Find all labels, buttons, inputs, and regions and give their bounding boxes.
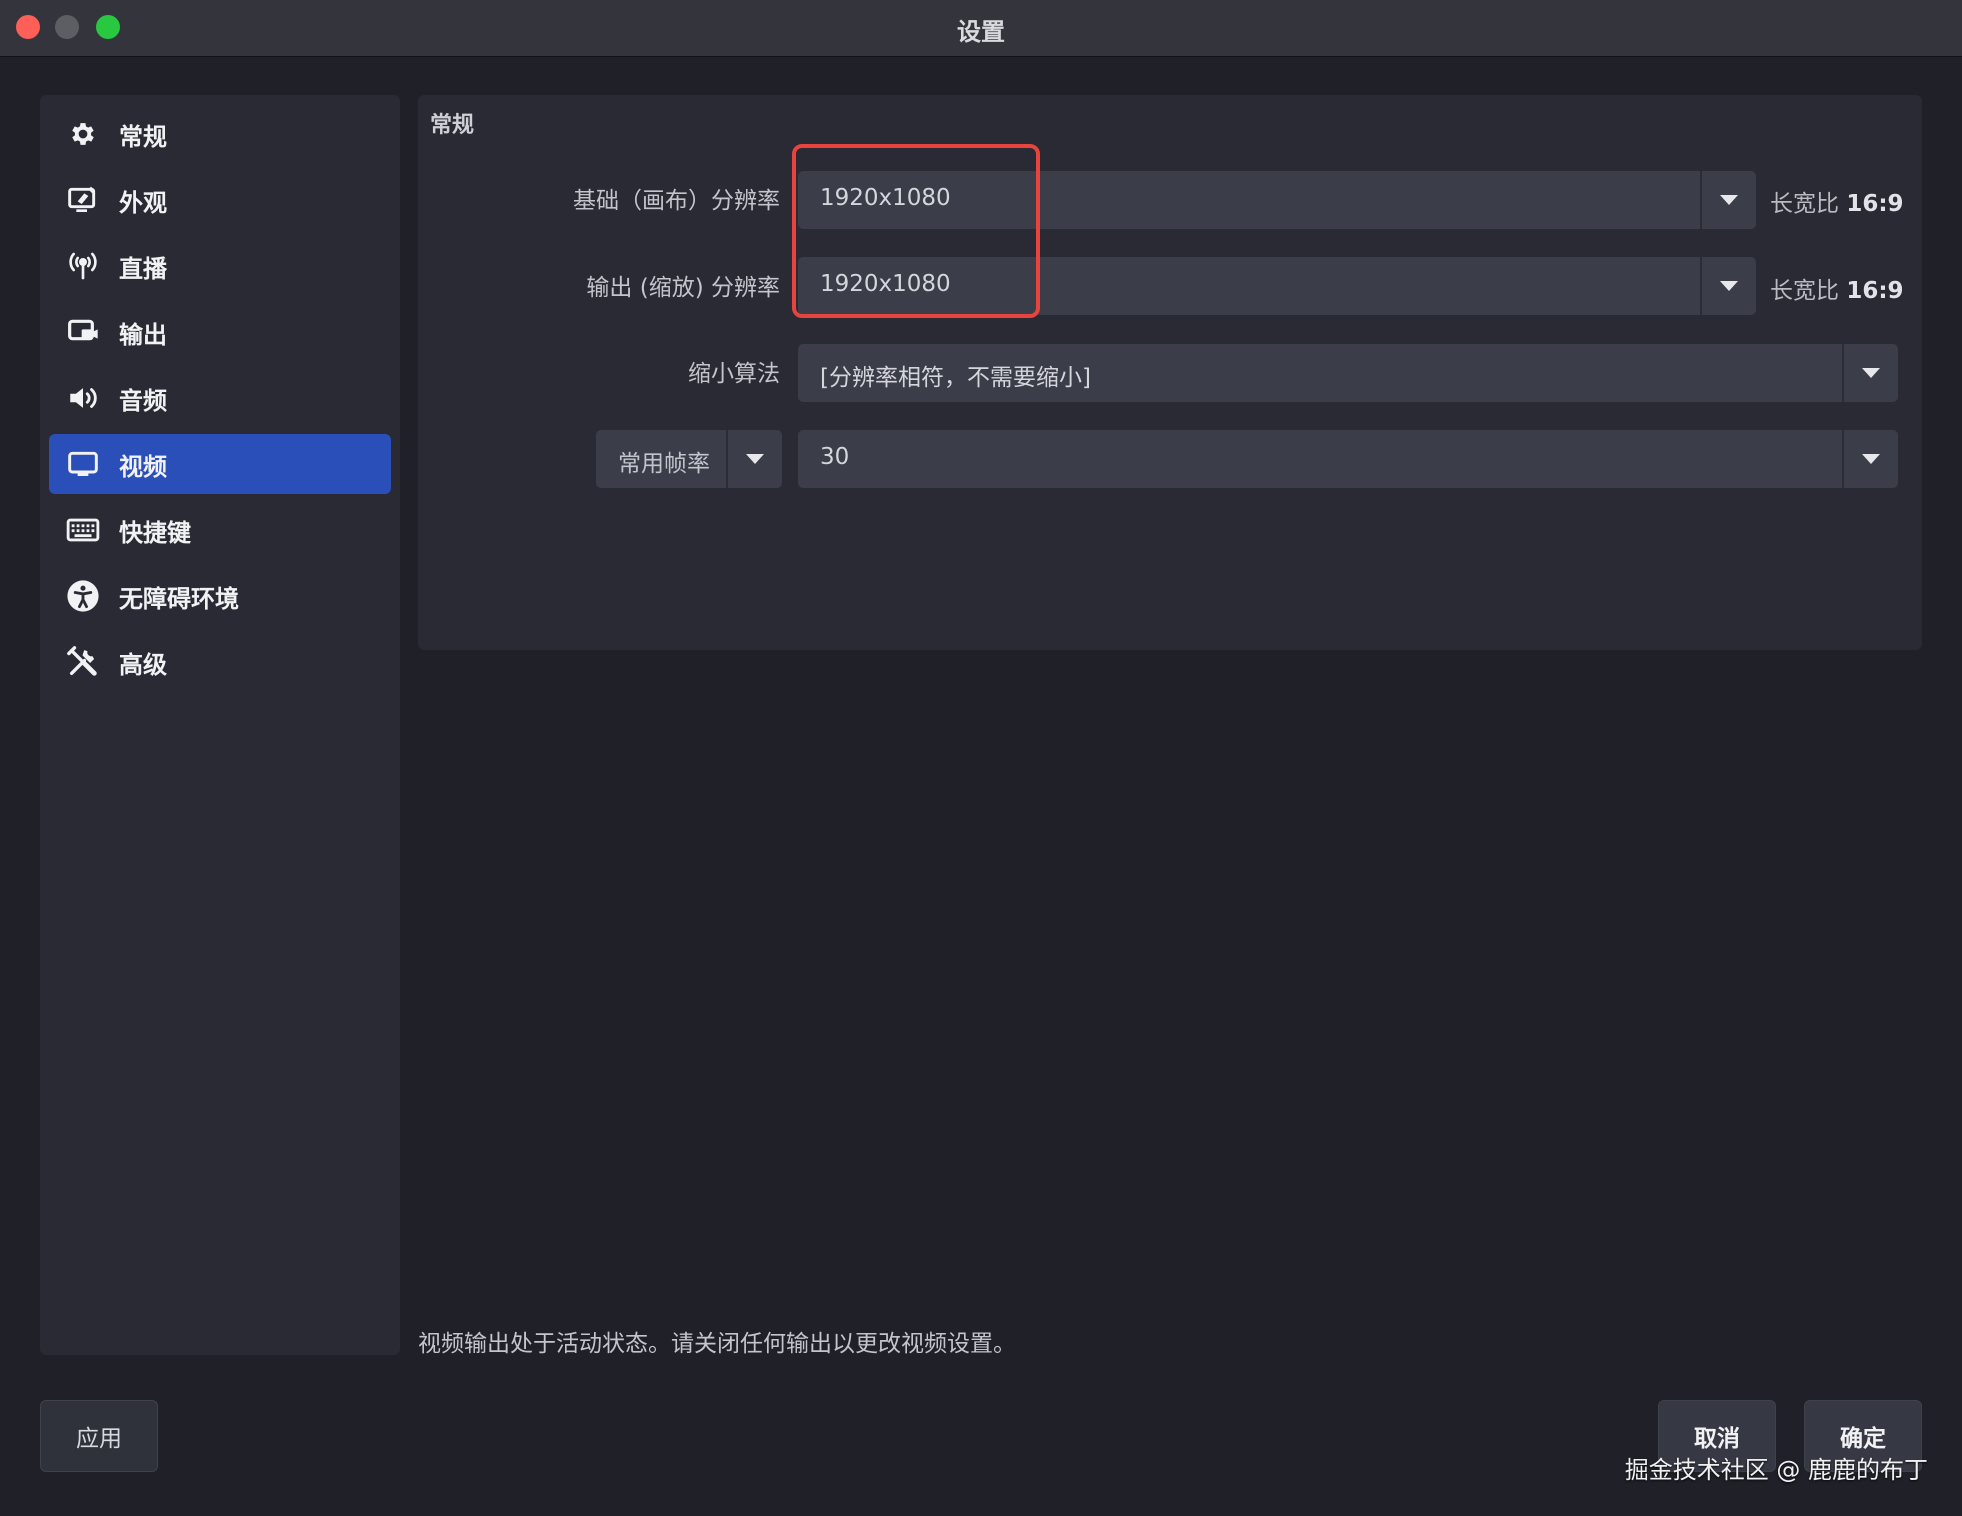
aspect-value: 16:9 xyxy=(1846,191,1904,217)
gear-icon xyxy=(65,116,101,152)
broadcast-antenna-icon xyxy=(65,248,101,284)
appearance-icon xyxy=(65,182,101,218)
chevron-down-icon[interactable] xyxy=(1844,344,1898,402)
aspect-prefix: 长宽比 xyxy=(1770,278,1839,304)
sidebar-item-stream[interactable]: 直播 xyxy=(49,236,391,296)
aspect-value: 16:9 xyxy=(1846,278,1904,304)
output-icon xyxy=(65,314,101,350)
sidebar-item-label: 直播 xyxy=(119,254,167,283)
window-title: 设置 xyxy=(957,18,1005,46)
sidebar-item-label: 无障碍环境 xyxy=(119,584,239,613)
sidebar-item-hotkeys[interactable]: 快捷键 xyxy=(49,500,391,560)
output-aspect-ratio: 长宽比 16:9 xyxy=(1770,271,1904,305)
fps-type-label: 常用帧率 xyxy=(618,451,710,477)
base-aspect-ratio: 长宽比 16:9 xyxy=(1770,184,1904,218)
sidebar-item-output[interactable]: 输出 xyxy=(49,302,391,362)
downscale-filter-value: [分辨率相符，不需要缩小] xyxy=(820,365,1091,391)
title-bar: 设置 xyxy=(0,0,1962,57)
watermark: 掘金技术社区 @ 鹿鹿的布丁 xyxy=(1624,1456,1928,1484)
chevron-down-icon[interactable] xyxy=(1844,430,1898,488)
downscale-filter-label: 缩小算法 xyxy=(688,361,780,387)
status-message: 视频输出处于活动状态。请关闭任何输出以更改视频设置。 xyxy=(418,1331,1016,1357)
apply-button[interactable]: 应用 xyxy=(40,1400,158,1472)
output-resolution-label: 输出 (缩放) 分辨率 xyxy=(586,275,780,301)
keyboard-icon xyxy=(65,512,101,548)
sidebar-item-accessibility[interactable]: 无障碍环境 xyxy=(49,566,391,626)
speaker-icon xyxy=(65,380,101,416)
fps-value-combo[interactable]: 30 xyxy=(798,430,1898,488)
sidebar-item-advanced[interactable]: 高级 xyxy=(49,632,391,692)
sidebar-item-general[interactable]: 常规 xyxy=(49,104,391,164)
settings-sidebar: 常规 外观 直播 输出 音频 视频 快捷键 无障碍环境 高级 xyxy=(40,95,400,1355)
aspect-prefix: 长宽比 xyxy=(1770,191,1839,217)
chevron-down-icon[interactable] xyxy=(1702,257,1756,315)
sidebar-item-label: 视频 xyxy=(119,452,167,481)
highlight-box xyxy=(792,144,1040,318)
sidebar-item-appearance[interactable]: 外观 xyxy=(49,170,391,230)
sidebar-item-label: 外观 xyxy=(119,188,167,217)
fps-value: 30 xyxy=(820,444,850,470)
sidebar-item-video[interactable]: 视频 xyxy=(49,434,391,494)
sidebar-item-label: 音频 xyxy=(119,386,167,415)
sidebar-item-label: 输出 xyxy=(119,320,167,349)
sidebar-item-label: 常规 xyxy=(119,122,167,151)
monitor-icon xyxy=(65,446,101,482)
fps-type-select[interactable]: 常用帧率 xyxy=(596,430,782,488)
sidebar-item-audio[interactable]: 音频 xyxy=(49,368,391,428)
chevron-down-icon[interactable] xyxy=(1702,171,1756,229)
downscale-filter-combo[interactable]: [分辨率相符，不需要缩小] xyxy=(798,344,1898,402)
base-resolution-label: 基础（画布）分辨率 xyxy=(573,188,780,214)
tools-icon xyxy=(65,644,101,680)
accessibility-icon xyxy=(65,578,101,614)
chevron-down-icon[interactable] xyxy=(728,430,782,488)
sidebar-item-label: 高级 xyxy=(119,650,167,679)
group-title: 常规 xyxy=(430,113,475,138)
sidebar-item-label: 快捷键 xyxy=(119,518,191,547)
